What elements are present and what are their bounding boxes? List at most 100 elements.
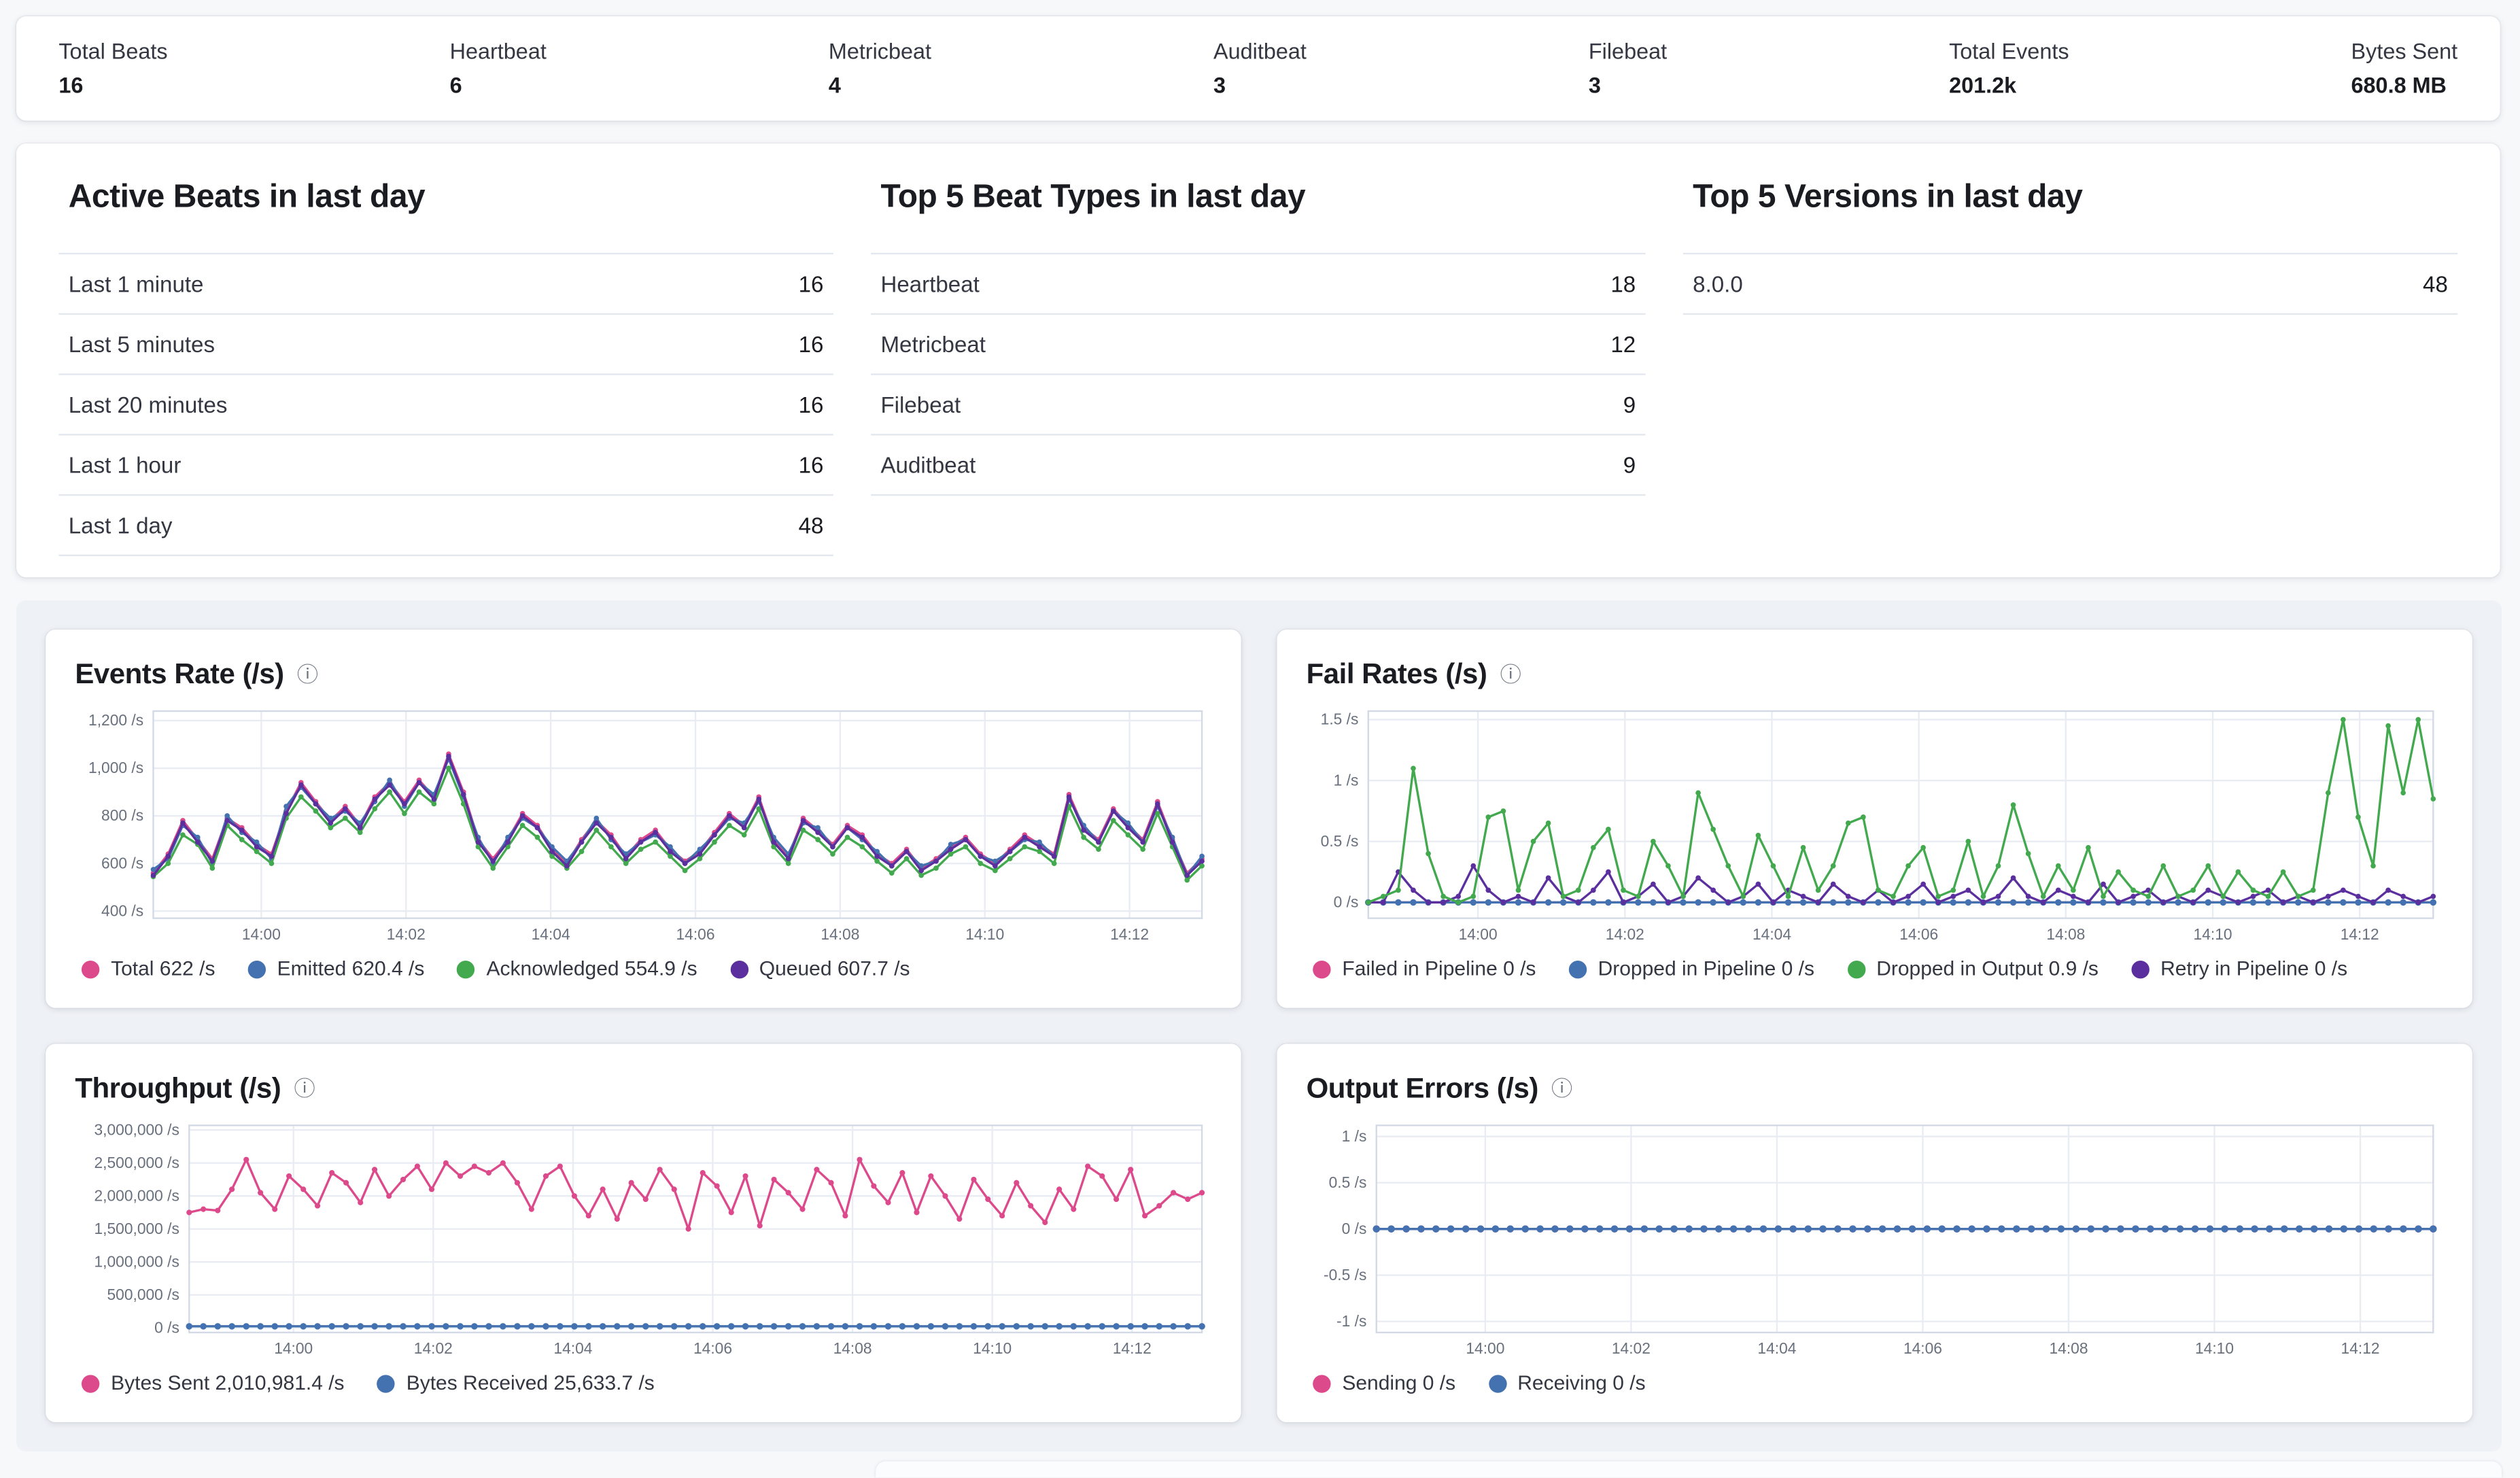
svg-text:14:04: 14:04: [553, 1339, 592, 1357]
svg-text:0 /s: 0 /s: [154, 1318, 179, 1336]
legend-label: Emitted 620.4 /s: [277, 957, 425, 980]
legend-item[interactable]: Queued 607.7 /s: [730, 957, 910, 980]
row-value: 16: [799, 453, 824, 477]
stat-label: Metricbeat: [829, 36, 931, 67]
top-versions-table: Top 5 Versions in last day 8.0.0 48: [1683, 173, 2458, 556]
row-label: Last 5 minutes: [69, 332, 215, 356]
legend-label: Dropped in Pipeline 0 /s: [1598, 957, 1814, 980]
svg-text:14:00: 14:00: [242, 925, 281, 943]
row-label: Last 1 minute: [69, 271, 204, 296]
legend-dot: [377, 1374, 395, 1392]
svg-text:14:04: 14:04: [1753, 925, 1791, 943]
svg-text:14:10: 14:10: [2195, 1339, 2234, 1357]
stat-label: Total Beats: [58, 36, 167, 67]
beats-monitoring-dashboard: Total Beats 16 Heartbeat 6 Metricbeat 4 …: [0, 0, 2519, 1468]
output-errors-chart-card: Output Errors (/s) ⓘ 1 /s0.5 /s0 /s-0.5 …: [1277, 1044, 2472, 1422]
legend-item[interactable]: Bytes Received 25,633.7 /s: [377, 1372, 655, 1395]
top-beat-types-table: Top 5 Beat Types in last day Heartbeat 1…: [871, 173, 1646, 556]
chart-canvas[interactable]: 3,000,000 /s2,500,000 /s2,000,000 /s1,50…: [75, 1116, 1211, 1360]
stat-value: 3: [1213, 70, 1307, 101]
legend-dot: [1847, 960, 1865, 978]
svg-text:400 /s: 400 /s: [101, 901, 143, 919]
legend-item[interactable]: Retry in Pipeline 0 /s: [2131, 957, 2347, 980]
info-icon[interactable]: ⓘ: [297, 663, 318, 684]
svg-text:14:06: 14:06: [693, 1339, 732, 1357]
svg-text:14:06: 14:06: [1903, 1339, 1942, 1357]
chart-canvas[interactable]: 1,200 /s1,000 /s800 /s600 /s400 /s14:001…: [75, 702, 1211, 946]
legend-label: Total 622 /s: [111, 957, 215, 980]
table-row: Last 1 minute 16: [58, 254, 833, 315]
svg-text:14:02: 14:02: [1606, 925, 1644, 943]
svg-text:-0.5 /s: -0.5 /s: [1324, 1266, 1366, 1284]
legend-item[interactable]: Failed in Pipeline 0 /s: [1313, 957, 1536, 980]
legend-item[interactable]: Dropped in Output 0.9 /s: [1847, 957, 2099, 980]
stat-value: 16: [58, 70, 167, 101]
svg-text:14:02: 14:02: [414, 1339, 453, 1357]
row-label: Last 20 minutes: [69, 392, 228, 417]
chart-legend: Sending 0 /s Receiving 0 /s: [1307, 1372, 2443, 1395]
info-icon[interactable]: ⓘ: [294, 1078, 315, 1099]
chart-title: Events Rate (/s): [75, 657, 283, 691]
row-label: Heartbeat: [880, 271, 979, 296]
stat-auditbeat: Auditbeat 3: [1213, 36, 1307, 101]
legend-item[interactable]: Acknowledged 554.9 /s: [457, 957, 697, 980]
legend-dot: [2131, 960, 2149, 978]
row-value: 12: [1610, 332, 1636, 356]
fail-rates-chart-card: Fail Rates (/s) ⓘ 1.5 /s1 /s0.5 /s0 /s14…: [1277, 630, 2472, 1008]
legend-label: Receiving 0 /s: [1517, 1372, 1645, 1395]
svg-text:1,200 /s: 1,200 /s: [88, 711, 143, 729]
legend-label: Acknowledged 554.9 /s: [487, 957, 697, 980]
info-icon[interactable]: ⓘ: [1551, 1078, 1572, 1099]
legend-dot: [82, 960, 99, 978]
table-title: Top 5 Versions in last day: [1693, 179, 2457, 217]
stat-total-beats: Total Beats 16: [58, 36, 167, 101]
svg-text:14:00: 14:00: [1466, 1339, 1504, 1357]
legend-item[interactable]: Total 622 /s: [82, 957, 215, 980]
legend-label: Sending 0 /s: [1342, 1372, 1455, 1395]
legend-item[interactable]: Bytes Sent 2,010,981.4 /s: [82, 1372, 345, 1395]
legend-dot: [730, 960, 748, 978]
stat-label: Heartbeat: [450, 36, 547, 67]
legend-dot: [457, 960, 474, 978]
legend-label: Bytes Received 25,633.7 /s: [407, 1372, 655, 1395]
svg-text:2,000,000 /s: 2,000,000 /s: [94, 1186, 179, 1204]
summary-stats-panel: Total Beats 16 Heartbeat 6 Metricbeat 4 …: [16, 16, 2500, 121]
chart-canvas[interactable]: 1 /s0.5 /s0 /s-0.5 /s-1 /s14:0014:0214:0…: [1307, 1116, 2443, 1360]
info-icon[interactable]: ⓘ: [1500, 663, 1521, 684]
table-title: Active Beats in last day: [69, 179, 833, 217]
row-value: 48: [799, 513, 824, 537]
legend-dot: [247, 960, 265, 978]
chart-title: Output Errors (/s): [1307, 1071, 1538, 1105]
table-row: Last 1 day 48: [58, 496, 833, 556]
svg-text:14:08: 14:08: [2046, 925, 2085, 943]
svg-text:1,500,000 /s: 1,500,000 /s: [94, 1220, 179, 1237]
row-label: Last 1 day: [69, 513, 173, 537]
legend-item[interactable]: Sending 0 /s: [1313, 1372, 1455, 1395]
svg-text:14:06: 14:06: [1899, 925, 1938, 943]
stat-heartbeat: Heartbeat 6: [450, 36, 547, 101]
svg-text:14:12: 14:12: [1110, 925, 1149, 943]
legend-item[interactable]: Dropped in Pipeline 0 /s: [1568, 957, 1814, 980]
row-label: Metricbeat: [880, 332, 986, 356]
row-value: 48: [2423, 271, 2448, 296]
throughput-chart-card: Throughput (/s) ⓘ 3,000,000 /s2,500,000 …: [46, 1044, 1241, 1422]
row-value: 16: [799, 271, 824, 296]
svg-text:14:12: 14:12: [2341, 925, 2379, 943]
legend-dot: [1313, 1374, 1330, 1392]
legend-label: Dropped in Output 0.9 /s: [1876, 957, 2099, 980]
legend-item[interactable]: Receiving 0 /s: [1488, 1372, 1646, 1395]
legend-item[interactable]: Emitted 620.4 /s: [247, 957, 424, 980]
svg-text:14:10: 14:10: [965, 925, 1004, 943]
svg-text:14:10: 14:10: [2194, 925, 2232, 943]
chart-canvas[interactable]: 1.5 /s1 /s0.5 /s0 /s14:0014:0214:0414:06…: [1307, 702, 2443, 946]
table-row: Filebeat 9: [871, 375, 1646, 436]
svg-text:1,000 /s: 1,000 /s: [88, 759, 143, 776]
svg-text:14:00: 14:00: [274, 1339, 313, 1357]
legend-label: Bytes Sent 2,010,981.4 /s: [111, 1372, 344, 1395]
stat-label: Filebeat: [1589, 36, 1667, 67]
chart-legend: Total 622 /s Emitted 620.4 /s Acknowledg…: [75, 957, 1211, 980]
stat-value: 201.2k: [1949, 70, 2069, 101]
chart-title: Fail Rates (/s): [1307, 657, 1487, 691]
svg-text:14:10: 14:10: [973, 1339, 1012, 1357]
row-value: 18: [1610, 271, 1636, 296]
